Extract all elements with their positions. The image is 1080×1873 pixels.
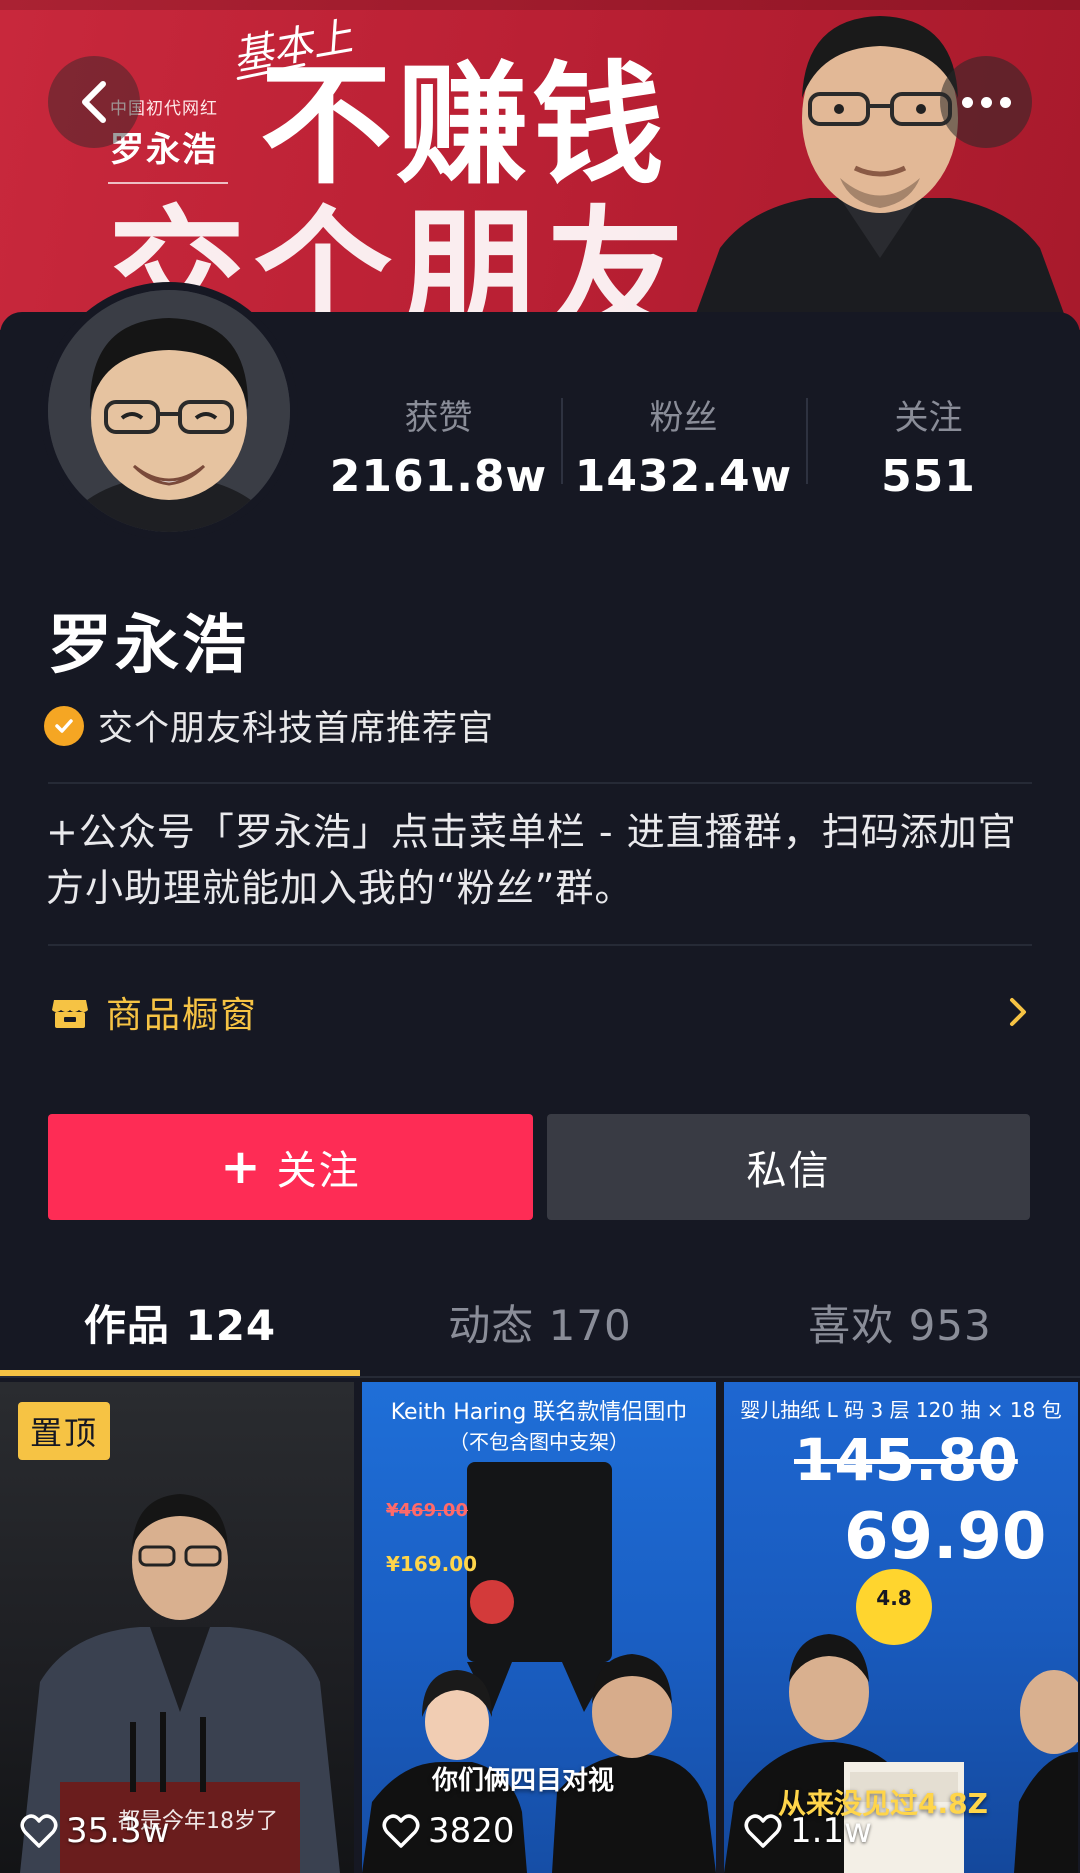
chevron-right-icon: [1010, 998, 1026, 1026]
video-2-scene: [362, 1462, 716, 1873]
stat-value: 2161.8w: [329, 451, 548, 502]
more-dot: [980, 96, 992, 108]
like-count-text: 35.3w: [66, 1811, 170, 1851]
follow-label: 关注: [276, 1148, 361, 1194]
video-grid: 置顶 都是今年18岁了 35.3w Keith Haring 联名款情侣围巾 （…: [0, 1382, 1080, 1873]
video-thumbnail-1[interactable]: 置顶 都是今年18岁了 35.3w: [0, 1382, 354, 1873]
tabs-divider: [0, 1376, 1080, 1378]
shop-icon: [52, 1000, 88, 1028]
profile-bio: +公众号「罗永浩」点击菜单栏 - 进直播群，扫码添加官方小助理就能加入我的“粉丝…: [46, 810, 1017, 910]
video-ref-price: ¥469.00: [386, 1500, 468, 1521]
video-live-price: ¥169.00: [386, 1552, 478, 1576]
verified-check-icon: [44, 705, 84, 746]
heart-icon: [20, 1814, 58, 1848]
banner-portrait: [690, 16, 1070, 330]
pinned-badge: 置顶: [18, 1402, 111, 1460]
more-dot: [999, 96, 1011, 108]
divider: [48, 944, 1032, 946]
stat-value: 1432.4w: [574, 451, 793, 502]
stat-value: 551: [881, 451, 976, 502]
more-options-button[interactable]: [940, 56, 1032, 148]
heart-icon: [744, 1814, 782, 1848]
verified-title: 交个朋友科技首席推荐官: [44, 700, 494, 751]
banner-headline-1: 不赚钱: [260, 49, 668, 203]
like-count-text: 3820: [428, 1811, 515, 1851]
message-label: 私信: [746, 1148, 831, 1194]
profile-stats: 获赞 2161.8w 粉丝 1432.4w 关注 551: [316, 388, 1051, 502]
tab-likes[interactable]: 喜欢 953: [720, 1272, 1080, 1376]
avatar[interactable]: [40, 282, 298, 540]
video-thumbnail-2[interactable]: Keith Haring 联名款情侣围巾 （不包含图中支架） ¥469.00 ¥…: [362, 1382, 716, 1873]
profile-name: 罗永浩: [48, 609, 249, 683]
like-count: 1.1w: [744, 1811, 872, 1851]
stat-followers[interactable]: 粉丝 1432.4w: [561, 388, 806, 502]
chevron-left-icon: [82, 81, 106, 123]
divider: [48, 782, 1032, 784]
stat-likes[interactable]: 获赞 2161.8w: [316, 388, 561, 502]
stat-label: 获赞: [404, 398, 473, 438]
banner-divider: [108, 182, 228, 184]
tab-works[interactable]: 作品 124: [0, 1272, 360, 1376]
tab-posts[interactable]: 动态 170: [360, 1272, 720, 1376]
back-button[interactable]: [48, 56, 140, 148]
like-count-text: 1.1w: [790, 1811, 872, 1851]
video-discount: 4.8: [876, 1586, 912, 1610]
more-dots-icon: [961, 96, 973, 108]
verified-title-text: 交个朋友科技首席推荐官: [98, 709, 495, 749]
heart-icon: [382, 1814, 420, 1848]
shop-window-link[interactable]: 商品橱窗: [48, 984, 1032, 1040]
stat-following[interactable]: 关注 551: [806, 388, 1051, 502]
stat-label: 关注: [894, 398, 963, 438]
message-button[interactable]: 私信: [547, 1114, 1030, 1220]
video-thumbnail-3[interactable]: 婴儿抽纸 L 码 3 层 120 抽 × 18 包 145.80 69.90 4…: [724, 1382, 1078, 1873]
content-tabs: 作品 124 动态 170 喜欢 953: [0, 1272, 1080, 1376]
follow-button[interactable]: + 关注: [48, 1114, 533, 1220]
like-count: 3820: [382, 1811, 515, 1851]
video-caption: 你们俩四目对视: [432, 1766, 615, 1796]
shop-label: 商品橱窗: [106, 995, 259, 1036]
like-count: 35.3w: [20, 1811, 170, 1851]
avatar-caricature: [48, 290, 290, 532]
profile-banner: 基本上 中国初代网红 罗永浩 不赚钱 交个朋友: [0, 0, 1080, 330]
stat-label: 粉丝: [649, 398, 718, 438]
plus-icon: +: [220, 1139, 263, 1195]
